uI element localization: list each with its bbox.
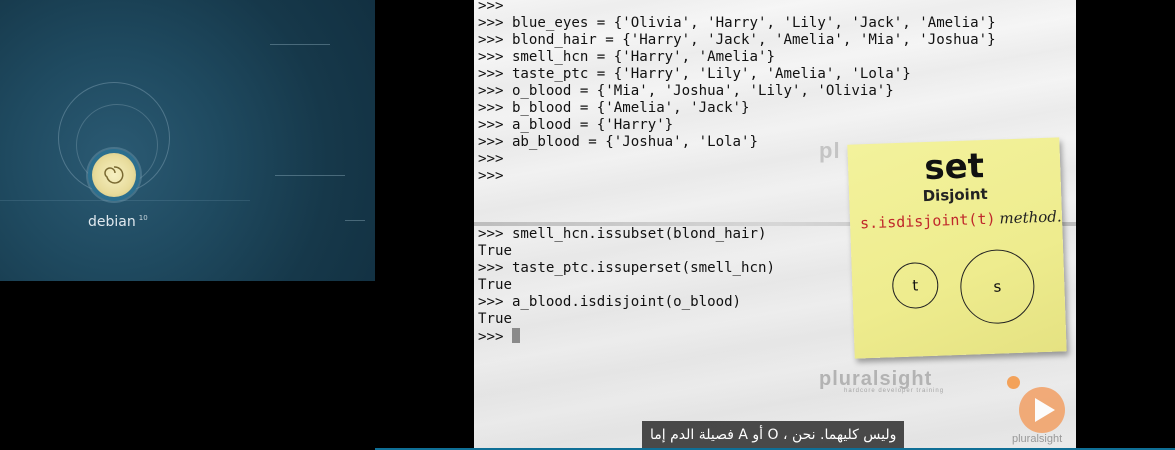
terminal-line: >>>: [478, 0, 504, 14]
terminal-line: >>> smell_hcn = {'Harry', 'Amelia'}: [478, 49, 775, 65]
video-player[interactable]: >>> >>> blue_eyes = {'Olivia', 'Harry', …: [474, 0, 1076, 450]
subtitle-caption: وليس كليهما. نحن ، O أو A فصيلة الدم إما: [642, 421, 905, 450]
debian-version: 10: [138, 214, 148, 223]
terminal-line: >>>: [478, 151, 504, 167]
terminal-line: True: [478, 277, 512, 293]
debian-name: debian: [88, 214, 136, 230]
terminal-line: >>> ab_blood = {'Joshua', 'Lola'}: [478, 134, 759, 150]
terminal-line: True: [478, 311, 512, 327]
terminal-bottom: >>> smell_hcn.issubset(blond_hair) True …: [478, 226, 775, 346]
pluralsight-logo-text: pluralsight: [1012, 433, 1063, 445]
decor-streak: [0, 200, 250, 201]
sticky-note: set Disjoint s.isdisjoint(t) method. t s: [847, 137, 1067, 359]
circle-s: s: [959, 248, 1036, 325]
terminal-prompt: >>>: [478, 329, 512, 345]
circle-s-label: s: [993, 277, 1002, 296]
terminal-cursor[interactable]: [511, 328, 520, 343]
desktop-thumbnail: debian 10: [0, 0, 375, 281]
note-method-code: s.isdisjoint(t): [859, 209, 996, 233]
terminal-line: True: [478, 243, 512, 259]
note-method-word: method.: [999, 207, 1062, 228]
decor-streak: [270, 44, 330, 45]
circle-t-label: t: [912, 276, 919, 295]
terminal-line: >>> blue_eyes = {'Olivia', 'Harry', 'Lil…: [478, 15, 996, 31]
decor-streak: [345, 220, 365, 221]
circle-t: t: [891, 261, 940, 310]
terminal-line: >>> a_blood = {'Harry'}: [478, 117, 674, 133]
play-button-icon[interactable]: [1019, 387, 1065, 433]
note-method: s.isdisjoint(t) method.: [860, 207, 1062, 232]
watermark-dot-icon: [1007, 376, 1020, 389]
terminal-line: >>> smell_hcn.issubset(blond_hair): [478, 226, 767, 242]
terminal-line: >>> taste_ptc = {'Harry', 'Lily', 'Ameli…: [478, 66, 911, 82]
terminal-line: >>> a_blood.isdisjoint(o_blood): [478, 294, 742, 310]
terminal-line: >>> b_blood = {'Amelia', 'Jack'}: [478, 100, 750, 116]
debian-swirl-icon: [92, 153, 136, 197]
terminal-line: >>>: [478, 168, 504, 184]
terminal-line: >>> taste_ptc.issuperset(smell_hcn): [478, 260, 775, 276]
play-triangle-icon: [1035, 398, 1055, 422]
watermark-tagline: hardcore developer training: [844, 388, 945, 394]
watermark-top: pl: [819, 138, 841, 163]
terminal-line: >>> blond_hair = {'Harry', 'Jack', 'Amel…: [478, 32, 996, 48]
debian-logo-label: debian 10: [88, 214, 148, 230]
decor-streak: [275, 175, 345, 176]
terminal-line: >>> o_blood = {'Mia', 'Joshua', 'Lily', …: [478, 83, 894, 99]
